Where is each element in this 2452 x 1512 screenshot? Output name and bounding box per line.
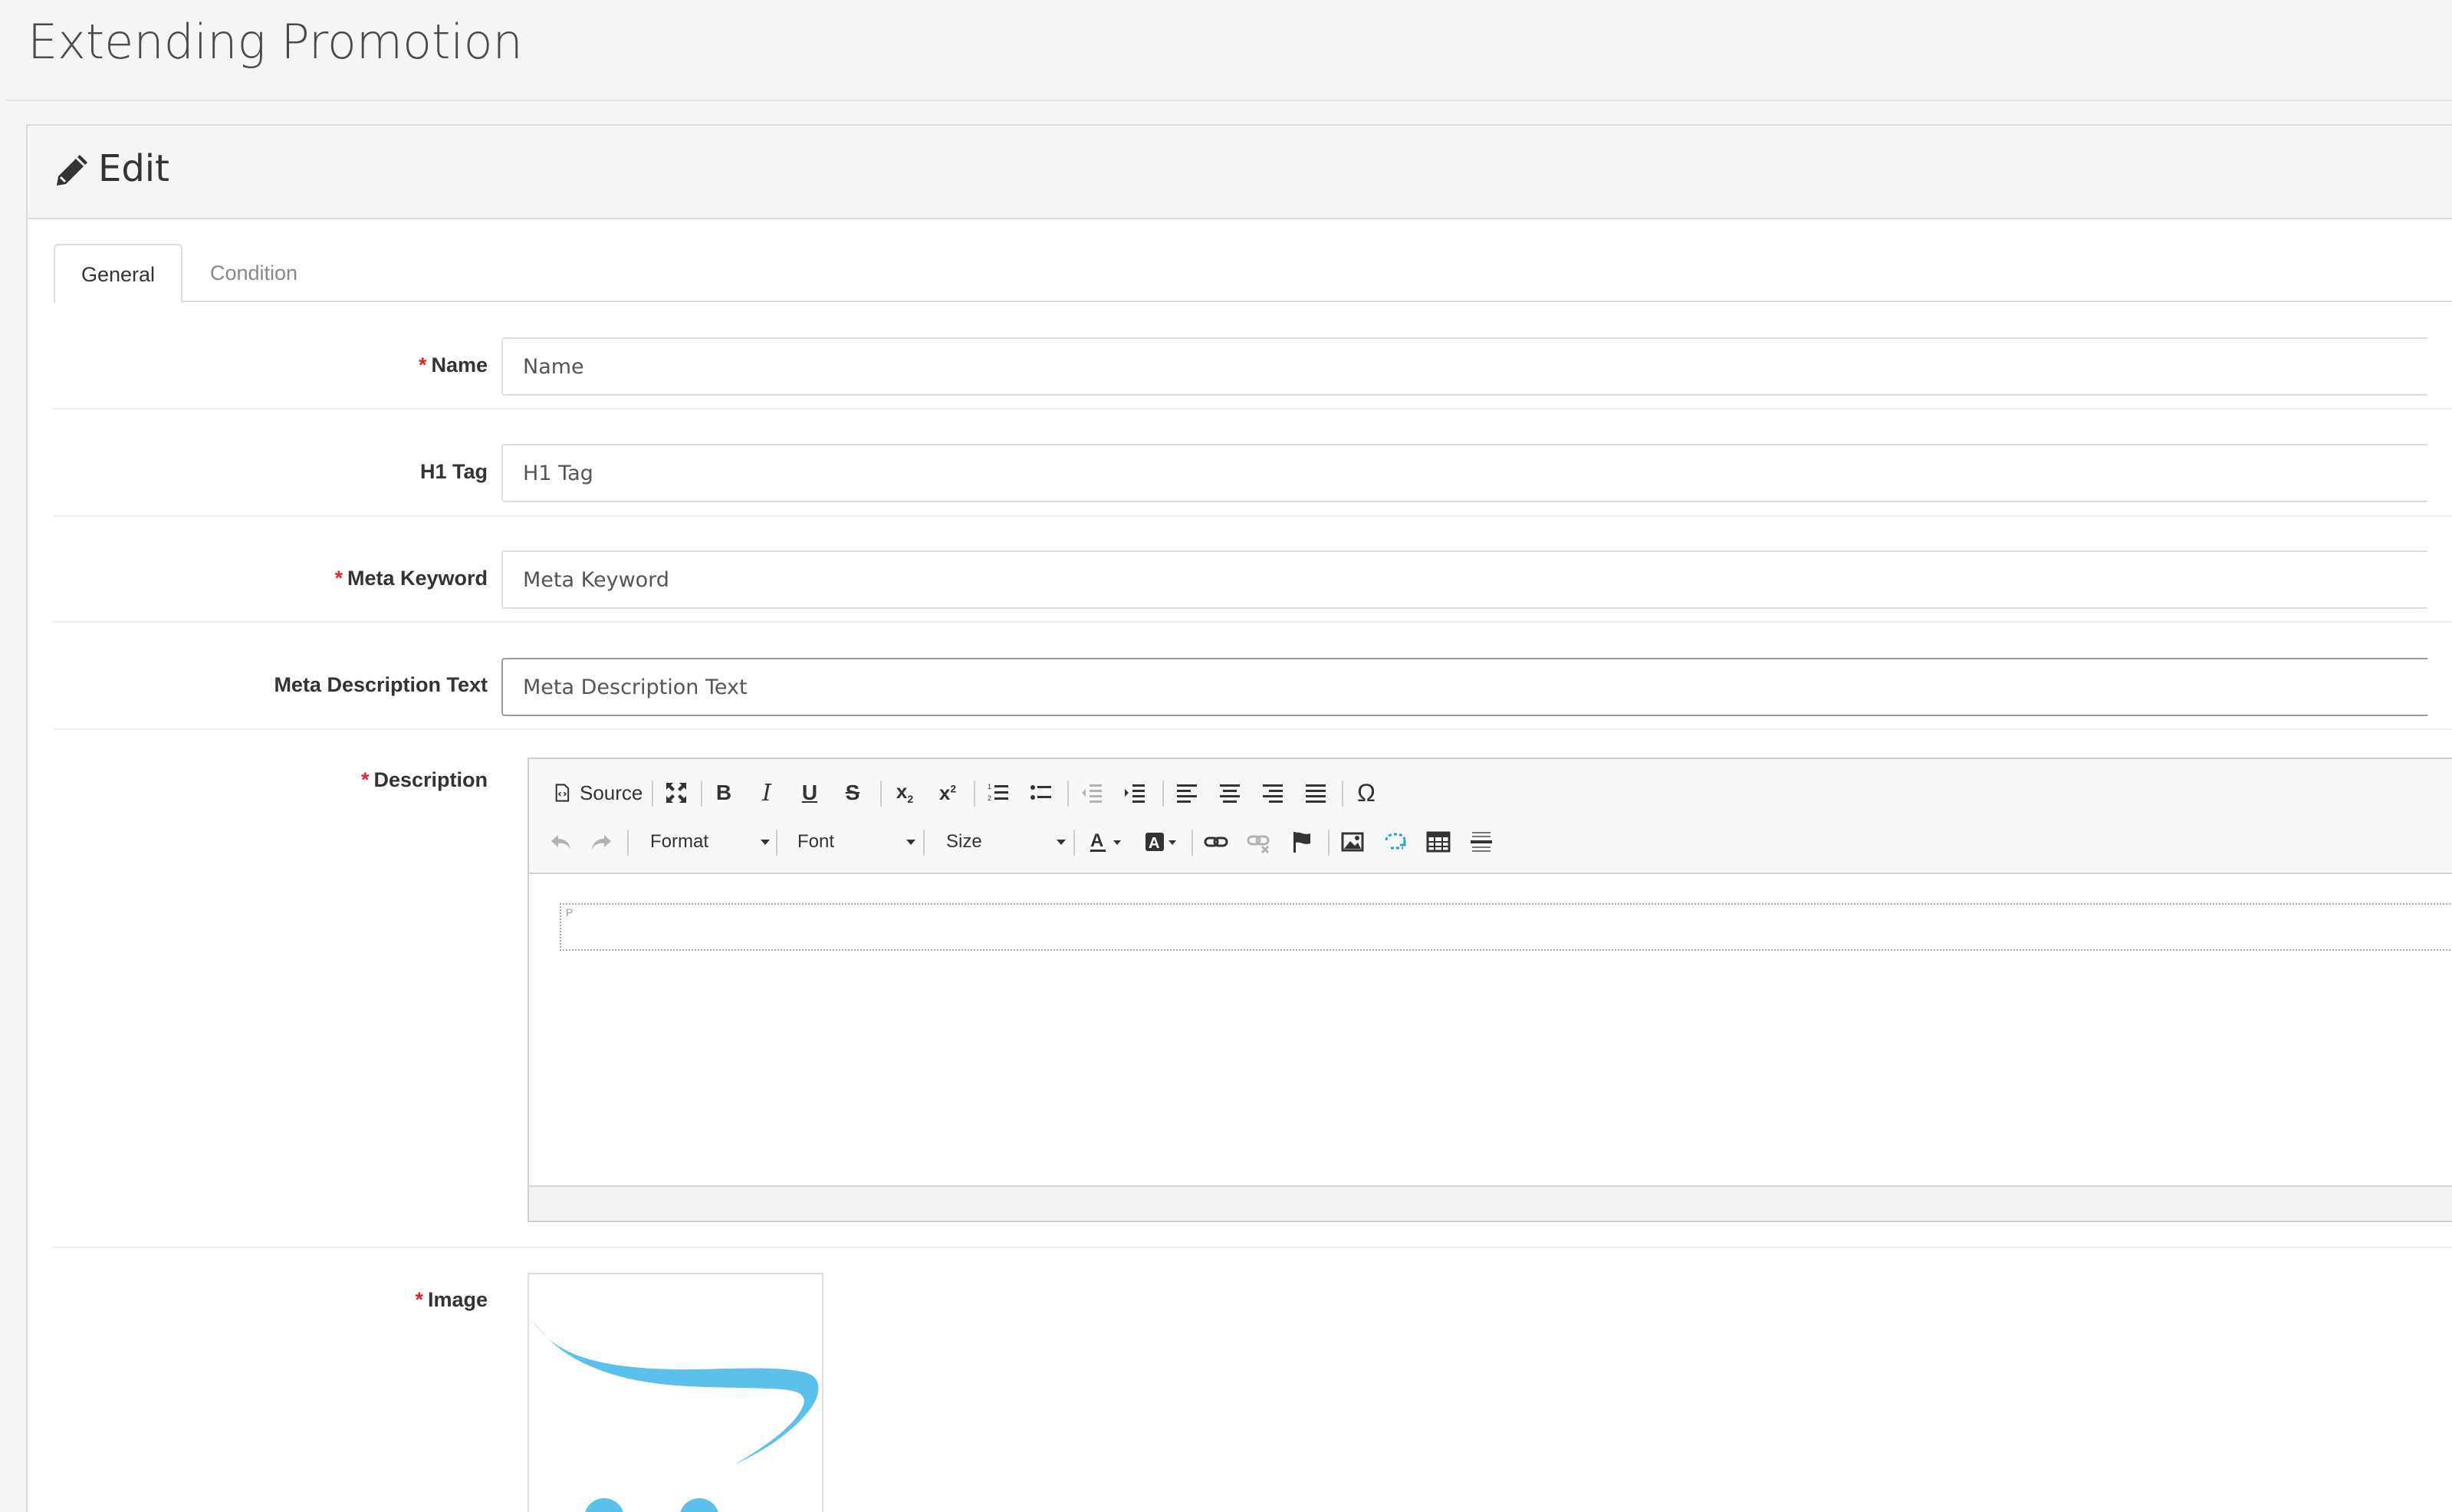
- chevron-down-icon: [1057, 839, 1066, 845]
- description-label: * Description: [360, 768, 488, 791]
- table-button[interactable]: [1423, 827, 1454, 857]
- source-icon: [555, 784, 570, 802]
- page-header: Extending Promotion: [6, 0, 2452, 101]
- superscript-button[interactable]: x2: [932, 777, 963, 808]
- editor-toolbar: Source B I U S x2 x2 12 Ω Format Font Si…: [529, 759, 2452, 874]
- editor-content-area[interactable]: P: [529, 874, 2452, 1185]
- numbered-list-icon: 12: [988, 783, 1008, 802]
- format-dropdown[interactable]: Format: [650, 827, 770, 857]
- redo-button[interactable]: [586, 827, 616, 857]
- decrease-indent-button[interactable]: [1076, 777, 1107, 808]
- align-right-button[interactable]: [1257, 777, 1288, 808]
- underline-button[interactable]: U: [794, 777, 825, 808]
- form-row-description: * Description Source B I U S x2 x2 1 2 Ω…: [54, 730, 2452, 1248]
- bulleted-list-button[interactable]: [1026, 777, 1057, 808]
- page-title: Extending Promotion: [28, 14, 523, 70]
- meta-description-input[interactable]: [501, 658, 2427, 716]
- align-left-icon: [1177, 784, 1197, 803]
- page-break-button[interactable]: [1380, 827, 1411, 857]
- panel-title: Edit: [98, 147, 169, 190]
- strikethrough-icon: S: [845, 781, 860, 804]
- undo-icon: [551, 835, 570, 850]
- align-left-button[interactable]: [1172, 777, 1202, 808]
- justify-icon: [1306, 784, 1326, 803]
- rich-text-editor: Source B I U S x2 x2 12 Ω Format Font Si…: [528, 758, 2452, 1222]
- tab-bar: General Condition: [54, 244, 2452, 304]
- omega-icon: Ω: [1357, 778, 1376, 807]
- image-label: * Image: [415, 1288, 488, 1311]
- chevron-down-icon: [761, 839, 770, 845]
- h1-tag-label: H1 Tag: [419, 460, 488, 483]
- link-button[interactable]: [1201, 827, 1231, 857]
- image-button[interactable]: [1337, 827, 1368, 857]
- meta-keyword-label: * Meta Keyword: [334, 567, 488, 590]
- maximize-icon: [666, 783, 686, 803]
- name-label: * Name: [418, 353, 488, 376]
- form-row-image: * Image: [54, 1248, 2452, 1512]
- name-input[interactable]: [501, 337, 2427, 396]
- shopping-cart-logo-icon: [532, 1319, 819, 1512]
- meta-keyword-input[interactable]: [501, 551, 2427, 609]
- align-center-icon: [1220, 784, 1240, 803]
- chevron-down-icon: [906, 839, 915, 845]
- image-thumbnail[interactable]: [528, 1273, 823, 1512]
- maximize-button[interactable]: [661, 777, 692, 808]
- italic-button[interactable]: I: [751, 777, 782, 808]
- horizontal-rule-button[interactable]: [1466, 827, 1497, 857]
- redo-icon: [592, 835, 611, 850]
- unlink-button[interactable]: [1244, 827, 1274, 857]
- bold-icon: B: [715, 781, 732, 804]
- svg-text:1: 1: [988, 783, 991, 791]
- page-break-icon: [1385, 833, 1406, 850]
- pencil-icon: [57, 155, 87, 186]
- superscript-icon: x2: [938, 781, 957, 804]
- justify-button[interactable]: [1300, 777, 1331, 808]
- decrease-indent-icon: [1082, 784, 1102, 803]
- editor-paragraph-block[interactable]: P: [560, 903, 2452, 951]
- text-color-button[interactable]: A: [1084, 827, 1127, 857]
- undo-button[interactable]: [546, 827, 577, 857]
- source-button[interactable]: Source: [552, 777, 643, 808]
- svg-text:A: A: [1090, 830, 1103, 851]
- required-marker: *: [360, 768, 370, 791]
- tab-general[interactable]: General: [54, 244, 183, 304]
- bold-button[interactable]: B: [708, 777, 739, 808]
- svg-text:A: A: [1149, 835, 1159, 852]
- bulleted-list-icon: [1030, 785, 1051, 800]
- tab-condition[interactable]: Condition: [184, 244, 324, 304]
- required-marker: *: [334, 567, 343, 590]
- special-character-button[interactable]: Ω: [1351, 777, 1382, 808]
- strikethrough-button[interactable]: S: [837, 777, 868, 808]
- editor-status-bar: [529, 1185, 2452, 1221]
- required-marker: *: [418, 353, 427, 376]
- background-color-button[interactable]: A: [1139, 827, 1182, 857]
- unlink-icon: [1247, 835, 1270, 854]
- numbered-list-button[interactable]: 12: [983, 777, 1014, 808]
- size-dropdown[interactable]: Size: [946, 827, 1066, 857]
- align-right-icon: [1263, 784, 1283, 803]
- subscript-icon: x2: [896, 780, 914, 806]
- anchor-button[interactable]: [1287, 827, 1317, 857]
- italic-icon: I: [762, 779, 771, 807]
- increase-indent-button[interactable]: [1119, 777, 1150, 808]
- panel-heading: Edit: [28, 126, 2452, 219]
- svg-text:2: 2: [988, 794, 991, 802]
- required-marker: *: [415, 1288, 423, 1311]
- text-color-icon: A: [1090, 830, 1121, 852]
- flag-icon: [1293, 832, 1310, 853]
- paragraph-tag-label: P: [566, 906, 574, 919]
- font-dropdown[interactable]: Font: [797, 827, 915, 857]
- table-icon: [1426, 831, 1451, 853]
- background-color-icon: A: [1145, 833, 1176, 852]
- increase-indent-icon: [1125, 784, 1145, 803]
- h1-tag-input[interactable]: [501, 444, 2427, 502]
- subscript-button[interactable]: x2: [889, 777, 920, 808]
- edit-panel: Edit General Condition *Name H1 Tag *Met…: [26, 124, 2452, 1512]
- image-icon: [1341, 832, 1364, 852]
- underline-icon: U: [801, 781, 818, 804]
- link-icon: [1204, 837, 1228, 847]
- horizontal-rule-icon: [1471, 832, 1492, 852]
- align-center-button[interactable]: [1214, 777, 1245, 808]
- meta-description-label: Meta Description Text: [274, 673, 488, 696]
